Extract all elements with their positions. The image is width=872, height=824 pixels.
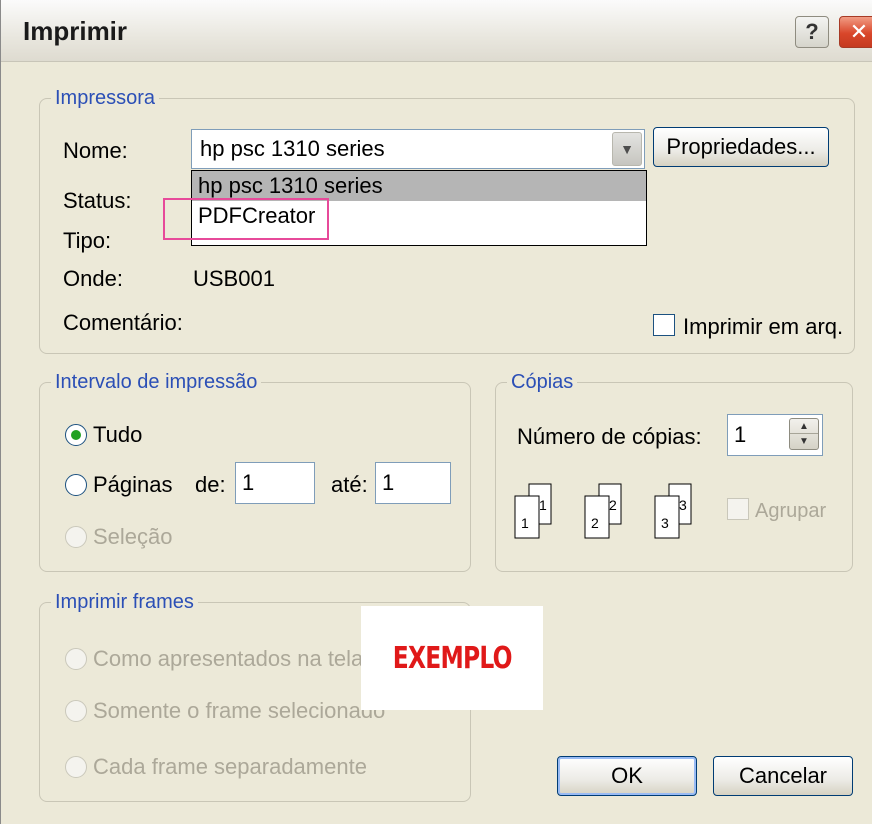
selection-label: Seleção [93,524,173,549]
dialog-title: Imprimir [23,16,128,46]
to-label: até: [331,472,368,497]
print-range-legend: Intervalo de impressão [51,370,262,394]
collate-label: Agrupar [755,500,827,522]
collate-label-1a: 1 [521,515,529,531]
ok-button[interactable]: OK [557,756,697,796]
printer-select[interactable]: hp psc 1310 series ▼ [191,129,645,169]
copies-count-label: Número de cópias: [517,424,702,449]
name-label: Nome: [63,138,128,163]
collate-pages-icon: 1 1 2 2 3 3 [514,483,692,539]
copies-spinner[interactable]: ▲ ▼ [789,418,819,450]
pages-radio[interactable] [65,474,87,496]
exemplo-watermark: EXEMPLO [361,606,543,710]
printer-dropdown-list: hp psc 1310 series PDFCreator [191,170,647,246]
properties-button[interactable]: Propriedades... [653,127,829,167]
type-label: Tipo: [63,228,112,253]
spin-up-icon[interactable]: ▲ [790,419,818,434]
all-label[interactable]: Tudo [93,422,142,448]
close-button[interactable]: ✕ [839,16,872,48]
collate-label-2a: 2 [591,515,599,531]
frame-option-radio[interactable] [65,648,87,670]
collate-label-1b: 1 [539,497,547,513]
collate-checkbox[interactable] [727,498,749,520]
frame-option-radio[interactable] [65,700,87,722]
collate-label-3a: 3 [661,515,669,531]
where-label: Onde: [63,266,123,291]
printer-select-value: hp psc 1310 series [200,136,385,161]
print-to-file-checkbox[interactable] [653,314,675,336]
frame-option-label: Somente o frame selecionado [93,698,386,723]
copies-group [495,382,853,572]
from-label: de: [195,472,226,497]
to-page-input[interactable]: 1 [375,462,451,504]
frame-option-radio[interactable] [65,756,87,778]
help-button[interactable]: ? [795,16,829,48]
status-label: Status: [63,188,132,213]
printer-option[interactable]: PDFCreator [192,201,646,231]
frame-option-label: Cada frame separadamente [93,754,367,779]
watermark-text: EXEMPLO [392,640,513,676]
collate-label-2b: 2 [609,497,617,513]
all-radio[interactable] [65,424,87,446]
printer-option[interactable]: hp psc 1310 series [192,171,646,201]
print-frames-legend: Imprimir frames [51,590,198,614]
spin-down-icon[interactable]: ▼ [790,434,818,449]
print-to-file-label[interactable]: Imprimir em arq. [683,314,843,340]
chevron-down-icon[interactable]: ▼ [612,132,642,166]
printer-group-legend: Impressora [51,86,160,110]
copies-legend: Cópias [507,370,578,394]
help-icon: ? [805,19,819,44]
collate-label-3b: 3 [679,497,687,513]
title-bar[interactable]: Imprimir ? ✕ [1,0,872,62]
print-dialog: Imprimir ? ✕ Impressora Nome: hp psc 131… [0,0,872,824]
close-icon: ✕ [849,19,869,44]
pages-label[interactable]: Páginas [93,472,173,498]
cancel-button[interactable]: Cancelar [713,756,853,796]
comment-label: Comentário: [63,310,183,335]
selection-radio[interactable] [65,526,87,548]
frame-option-label: Como apresentados na tela [93,646,364,671]
from-page-input[interactable]: 1 [235,462,315,504]
where-value: USB001 [193,266,275,291]
